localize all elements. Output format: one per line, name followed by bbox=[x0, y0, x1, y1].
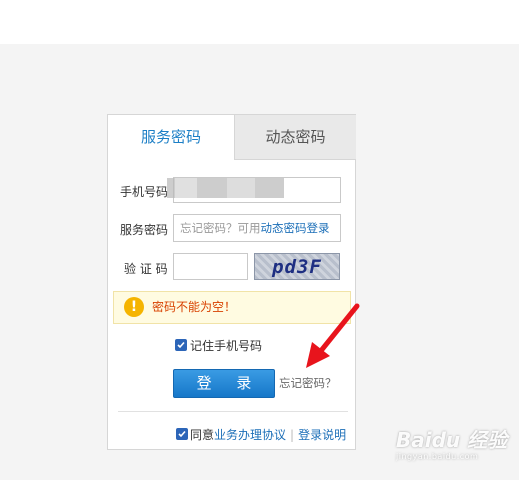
baidu-watermark: Baidu 经验 jingyan.baidu.com bbox=[396, 428, 508, 461]
checkmark-icon bbox=[178, 430, 186, 438]
red-arrow-annotation bbox=[306, 303, 360, 368]
divider bbox=[118, 411, 348, 412]
password-input[interactable]: 忘记密码？可用动态密码登录 bbox=[173, 214, 341, 242]
captcha-label: 验 证 码 bbox=[124, 262, 168, 276]
top-band bbox=[0, 0, 519, 44]
checkmark-icon bbox=[177, 341, 185, 349]
forgot-password-link[interactable]: 忘记密码？ bbox=[279, 375, 337, 391]
captcha-input[interactable] bbox=[173, 253, 248, 280]
phone-label: 手机号码 bbox=[120, 185, 169, 199]
password-label: 服务密码 bbox=[120, 223, 169, 237]
login-button[interactable]: 登 录 bbox=[173, 369, 275, 398]
remember-phone-checkbox[interactable] bbox=[175, 339, 187, 351]
captcha-image-text: pd3F bbox=[272, 256, 322, 278]
login-panel: 服务密码 动态密码 手机号码 服务密码 忘记密码？可用动态密码登录 验 证 码 … bbox=[107, 114, 356, 450]
agreement-separator: | bbox=[290, 428, 295, 442]
service-agreement-link[interactable]: 业务办理协议 bbox=[214, 428, 286, 442]
masked-phone-number bbox=[167, 178, 284, 198]
tab-service-password[interactable]: 服务密码 bbox=[108, 115, 234, 160]
captcha-image[interactable]: pd3F bbox=[254, 253, 340, 280]
remember-phone-label: 记住手机号码 bbox=[190, 339, 263, 353]
agreement-text: 同意业务办理协议 | 登录说明 bbox=[190, 428, 347, 442]
agree-checkbox[interactable] bbox=[176, 428, 188, 440]
tab-dynamic-password[interactable]: 动态密码 bbox=[234, 115, 356, 160]
warning-icon: ! bbox=[124, 297, 144, 317]
login-instructions-link[interactable]: 登录说明 bbox=[298, 428, 346, 442]
dynamic-password-login-link[interactable]: 动态密码登录 bbox=[261, 221, 330, 235]
alert-message: 密码不能为空！ bbox=[152, 300, 237, 314]
password-placeholder: 忘记密码？可用动态密码登录 bbox=[180, 221, 330, 235]
